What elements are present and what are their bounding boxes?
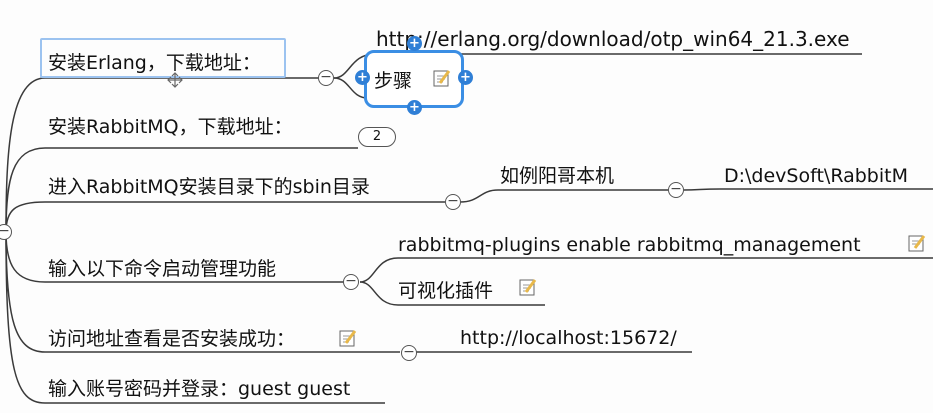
rabbitmq-collapsed-count-badge[interactable]: 2 [358, 127, 396, 147]
note-icon[interactable] [518, 277, 538, 297]
step-install-rabbitmq[interactable]: 安装RabbitMQ，下载地址： [48, 116, 293, 138]
add-node-right-icon[interactable]: + [458, 70, 473, 85]
sbin-example-collapse-toggle[interactable]: − [668, 182, 684, 198]
step-install-erlang[interactable]: 安装Erlang，下载地址： [48, 52, 261, 74]
step-verify-install[interactable]: 访问地址查看是否安装成功： [48, 328, 295, 350]
move-cursor-icon [167, 72, 183, 88]
sbin-collapse-toggle[interactable]: − [445, 194, 461, 210]
localhost-url[interactable]: http://localhost:15672/ [460, 327, 677, 349]
sbin-example-label[interactable]: 如例阳哥本机 [500, 165, 614, 187]
plugin-note-label[interactable]: 可视化插件 [398, 280, 493, 302]
erlang-download-url[interactable]: http://erlang.org/download/otp_win64_21.… [376, 28, 850, 50]
popup-step-label: 步骤 [374, 70, 413, 92]
note-icon[interactable] [432, 68, 452, 88]
plugins-collapse-toggle[interactable]: − [343, 274, 359, 290]
add-node-top-icon[interactable]: + [407, 36, 422, 51]
note-icon[interactable] [338, 328, 358, 348]
step-start-management[interactable]: 输入以下命令启动管理功能 [48, 258, 276, 280]
step-login[interactable]: 输入账号密码并登录：guest guest [48, 378, 350, 400]
add-node-bottom-icon[interactable]: + [407, 100, 422, 115]
plugin-command[interactable]: rabbitmq-plugins enable rabbitmq_managem… [398, 234, 861, 256]
step-enter-sbin[interactable]: 进入RabbitMQ安装目录下的sbin目录 [48, 176, 370, 198]
sbin-path[interactable]: D:\devSoft\RabbitM [724, 165, 908, 187]
note-icon[interactable] [907, 233, 927, 253]
erlang-collapse-toggle[interactable]: − [318, 70, 334, 86]
verify-collapse-toggle[interactable]: − [401, 345, 417, 361]
add-node-left-icon[interactable]: + [355, 70, 370, 85]
